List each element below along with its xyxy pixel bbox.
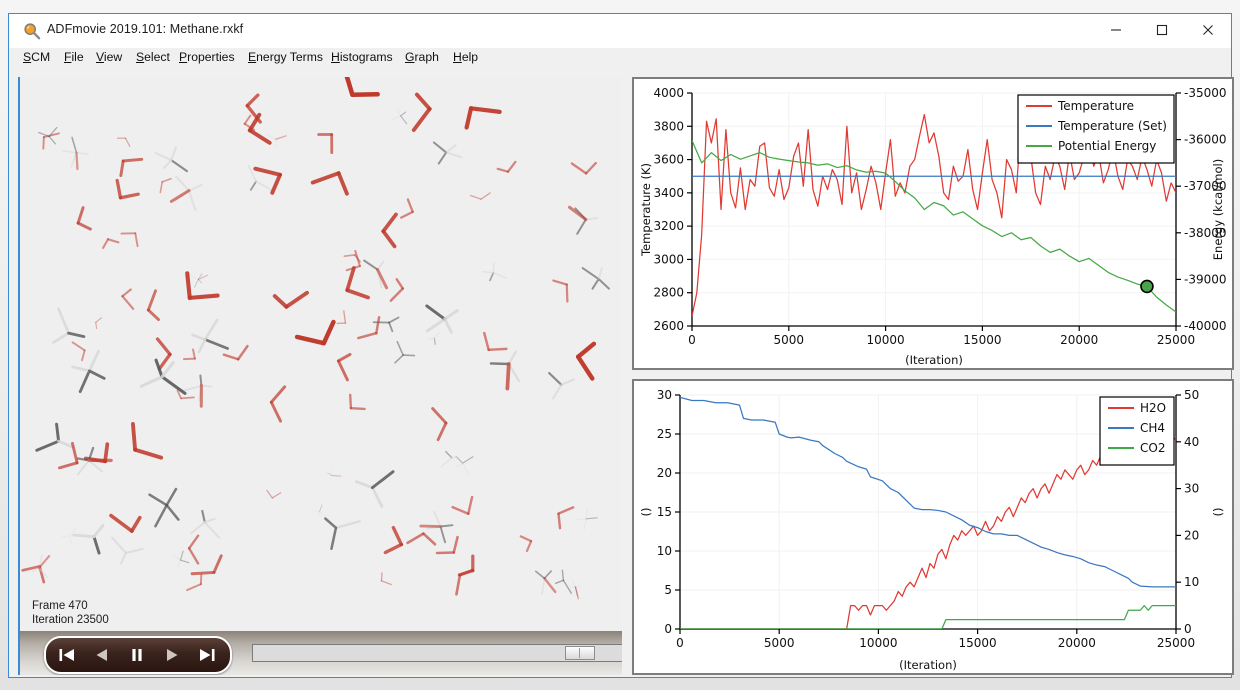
maximize-button[interactable] — [1139, 14, 1185, 46]
svg-text:10: 10 — [657, 544, 672, 558]
title-bar: ADFmovie 2019.101: Methane.rxkf — [9, 14, 1231, 48]
skip-to-end-button[interactable] — [190, 638, 224, 672]
svg-text:10: 10 — [1184, 575, 1199, 589]
svg-text:3000: 3000 — [653, 252, 684, 266]
svg-text:0: 0 — [688, 333, 696, 347]
svg-text:5: 5 — [664, 583, 672, 597]
svg-text:3200: 3200 — [653, 219, 684, 233]
svg-text:10000: 10000 — [859, 636, 897, 650]
menu-item-help[interactable]: Help — [453, 50, 478, 64]
adfmovie-window: ADFmovie 2019.101: Methane.rxkf SCM File… — [8, 13, 1234, 678]
playback-bar — [20, 631, 622, 675]
svg-text:2600: 2600 — [653, 319, 684, 333]
svg-text:5000: 5000 — [774, 333, 805, 347]
svg-text:H2O: H2O — [1140, 401, 1166, 415]
svg-text:3600: 3600 — [653, 153, 684, 167]
svg-text:20: 20 — [657, 466, 672, 480]
svg-text:0: 0 — [664, 622, 672, 636]
svg-text:Temperature (K): Temperature (K) — [639, 163, 653, 257]
svg-text:Energy (kcal/mol): Energy (kcal/mol) — [1211, 159, 1225, 260]
molecule-viewport[interactable]: Frame 470 Iteration 23500 — [18, 77, 622, 675]
svg-text:Potential Energy: Potential Energy — [1058, 139, 1156, 153]
menu-item-energy-terms[interactable]: Energy Terms — [248, 50, 323, 64]
window-title: ADFmovie 2019.101: Methane.rxkf — [47, 22, 244, 36]
svg-text:20: 20 — [1184, 528, 1199, 542]
frame-slider[interactable] — [252, 644, 622, 662]
skip-to-start-button[interactable] — [50, 638, 84, 672]
svg-text:3800: 3800 — [653, 119, 684, 133]
svg-text:25000: 25000 — [1157, 333, 1195, 347]
svg-text:Temperature: Temperature — [1057, 99, 1134, 113]
svg-text:20000: 20000 — [1058, 636, 1096, 650]
svg-text:25: 25 — [657, 427, 672, 441]
temperature-energy-plot: 2600 2800 3000 3200 3400 3600 3800 4000 -40000 -3… — [639, 86, 1227, 367]
menu-item-scm[interactable]: SCM — [23, 50, 50, 64]
svg-text:40: 40 — [1184, 435, 1199, 449]
frame-info: Frame 470 Iteration 23500 — [32, 599, 109, 627]
minimize-button[interactable] — [1093, 14, 1139, 46]
svg-text:(Iteration): (Iteration) — [899, 658, 957, 672]
svg-text:15000: 15000 — [963, 333, 1001, 347]
menu-item-graph[interactable]: Graph — [405, 50, 439, 64]
molecule-canvas — [21, 77, 610, 600]
playback-controls — [44, 636, 232, 674]
menu-item-file[interactable]: File — [64, 50, 84, 64]
frame-slider-thumb[interactable] — [565, 646, 595, 660]
svg-text:3400: 3400 — [653, 186, 684, 200]
svg-text:(): () — [1211, 508, 1225, 517]
svg-text:0: 0 — [676, 636, 684, 650]
temperature-energy-chart[interactable]: 2600 2800 3000 3200 3400 3600 3800 4000 -40000 -3… — [632, 77, 1234, 370]
svg-text:25000: 25000 — [1157, 636, 1195, 650]
svg-text:10000: 10000 — [867, 333, 905, 347]
menu-item-properties[interactable]: Properties — [179, 50, 235, 64]
svg-text:Temperature (Set): Temperature (Set) — [1057, 119, 1167, 133]
magnifier-icon — [23, 22, 41, 40]
svg-text:15000: 15000 — [959, 636, 997, 650]
menu-item-select[interactable]: Select — [136, 50, 170, 64]
svg-text:-36000: -36000 — [1184, 133, 1227, 147]
svg-text:30: 30 — [657, 388, 672, 402]
svg-text:50: 50 — [1184, 388, 1199, 402]
svg-text:CO2: CO2 — [1140, 441, 1165, 455]
svg-text:5000: 5000 — [764, 636, 795, 650]
species-count-chart[interactable]: 0 5 10 15 20 25 30 0 10 20 30 40 50 0 5000 10000 15000 20… — [632, 379, 1234, 675]
svg-text:(Iteration): (Iteration) — [905, 353, 963, 367]
step-back-button[interactable] — [85, 638, 119, 672]
svg-text:-39000: -39000 — [1184, 272, 1227, 286]
content-area: Frame 470 Iteration 23500 2600 2800 3000… — [10, 71, 1234, 676]
svg-text:CH4: CH4 — [1140, 421, 1165, 435]
svg-text:4000: 4000 — [653, 86, 684, 100]
play-button[interactable] — [155, 638, 189, 672]
desktop-background: ADFmovie 2019.101: Methane.rxkf SCM File… — [0, 0, 1240, 690]
svg-text:-35000: -35000 — [1184, 86, 1227, 100]
svg-text:30: 30 — [1184, 482, 1199, 496]
menu-bar: SCM File View Select Properties Energy T… — [9, 48, 1231, 70]
svg-text:20000: 20000 — [1060, 333, 1098, 347]
svg-text:(): () — [639, 508, 653, 517]
svg-text:0: 0 — [1184, 622, 1192, 636]
menu-item-histograms[interactable]: Histograms — [331, 50, 393, 64]
svg-text:2800: 2800 — [653, 286, 684, 300]
iteration-label: Iteration 23500 — [32, 614, 109, 626]
svg-text:15: 15 — [657, 505, 672, 519]
frame-label: Frame 470 — [32, 600, 88, 612]
menu-item-view[interactable]: View — [96, 50, 122, 64]
pause-button[interactable] — [120, 638, 154, 672]
svg-text:-40000: -40000 — [1184, 319, 1227, 333]
species-count-plot: 0 5 10 15 20 25 30 0 10 20 30 40 50 0 5000 10000 15000 20… — [639, 388, 1225, 672]
close-button[interactable] — [1185, 14, 1231, 46]
